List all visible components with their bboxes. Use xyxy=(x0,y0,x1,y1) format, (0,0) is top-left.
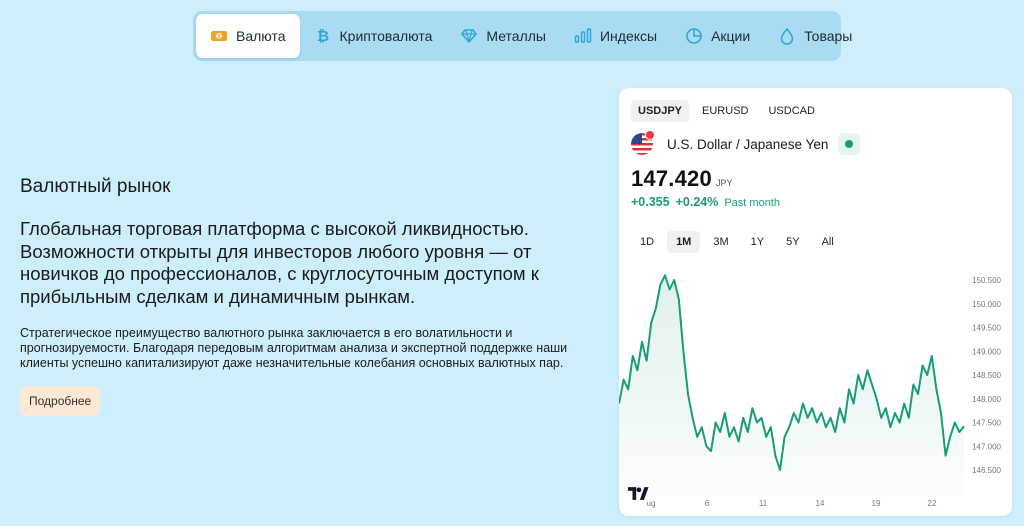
y-tick-label: 149.500 xyxy=(972,324,1001,333)
range-tab-3m[interactable]: 3M xyxy=(704,231,737,253)
change-row: +0.355 +0.24% Past month xyxy=(631,195,780,209)
symbol-name: U.S. Dollar / Japanese Yen xyxy=(667,136,829,152)
y-tick-label: 150.000 xyxy=(972,300,1001,309)
lead-paragraph: Глобальная торговая платформа с высокой … xyxy=(20,218,539,307)
bars-icon xyxy=(574,27,592,45)
pair-tabs: USDJPY EURUSD USDCAD xyxy=(631,100,822,122)
y-tick-label: 149.000 xyxy=(972,347,1001,356)
price-chart-widget: USDJPY EURUSD USDCAD U.S. Dollar / Japan… xyxy=(619,88,1012,516)
nav-tab-label: Индексы xyxy=(599,28,658,44)
nav-tab-stocks[interactable]: Акции xyxy=(671,14,764,58)
nav-tab-label: Валюта xyxy=(236,28,286,44)
range-tabs: 1D 1M 3M 1Y 5Y All xyxy=(631,231,843,253)
nav-tab-commodities[interactable]: Товары xyxy=(764,14,866,58)
nav-tab-label: Акции xyxy=(711,28,751,44)
pie-chart-icon xyxy=(685,27,703,45)
pair-tab-usdcad[interactable]: USDCAD xyxy=(761,100,821,122)
symbol-header: U.S. Dollar / Japanese Yen xyxy=(631,130,861,155)
pair-tab-eurusd[interactable]: EURUSD xyxy=(695,100,755,122)
price-currency: JPY xyxy=(715,178,733,188)
nav-tab-currency[interactable]: $ Валюта xyxy=(196,14,300,58)
nav-tab-label: Криптовалюта xyxy=(339,28,433,44)
nav-tab-indices[interactable]: Индексы xyxy=(560,14,671,58)
y-tick-label: 147.500 xyxy=(972,419,1001,428)
price-area-chart[interactable]: 150.500 150.000 149.500 149.000 148.500 148.0… xyxy=(619,258,1012,516)
learn-more-button[interactable]: Подробнее xyxy=(20,385,101,416)
pair-tab-usdjpy[interactable]: USDJPY xyxy=(631,100,690,122)
market-description: Валютный рынок Глобальная торговая платф… xyxy=(20,176,580,416)
svg-text:₿: ₿ xyxy=(316,27,328,45)
y-tick-label: 148.500 xyxy=(972,371,1001,380)
y-tick-label: 150.500 xyxy=(972,276,1001,285)
diamond-icon xyxy=(460,27,478,45)
x-tick-label: 6 xyxy=(705,499,710,508)
bitcoin-icon: ₿ xyxy=(314,27,332,45)
drop-icon xyxy=(778,27,796,45)
tradingview-logo[interactable] xyxy=(627,486,649,505)
nav-tab-metals[interactable]: Металлы xyxy=(446,14,560,58)
y-tick-label: 148.000 xyxy=(972,395,1001,404)
currency-icon: $ xyxy=(210,27,228,45)
range-tab-1d[interactable]: 1D xyxy=(631,231,663,253)
change-period: Past month xyxy=(724,197,780,209)
change-percent: +0.24% xyxy=(675,195,719,209)
range-tab-1m[interactable]: 1M xyxy=(667,231,701,253)
x-tick-label: 14 xyxy=(816,499,825,508)
range-tab-1y[interactable]: 1Y xyxy=(742,231,773,253)
y-tick-label: 147.000 xyxy=(972,442,1001,451)
last-price: 147.420 xyxy=(631,166,712,191)
body-paragraph: Стратегическое преимущество валютного ры… xyxy=(20,326,568,371)
x-tick-label: 19 xyxy=(872,499,881,508)
nav-tab-label: Товары xyxy=(804,28,853,44)
range-tab-5y[interactable]: 5Y xyxy=(777,231,808,253)
nav-tab-crypto[interactable]: ₿ Криптовалюта xyxy=(300,14,447,58)
market-category-nav: $ Валюта ₿ Криптовалюта Металлы Индексы … xyxy=(193,11,852,61)
market-open-indicator xyxy=(838,133,861,155)
range-tab-all[interactable]: All xyxy=(813,231,843,253)
change-absolute: +0.355 xyxy=(631,195,670,209)
price-row: 147.420 JPY xyxy=(631,166,732,192)
x-tick-label: 11 xyxy=(759,499,768,508)
jp-flag-dot-icon xyxy=(645,130,655,140)
y-tick-label: 146.500 xyxy=(972,466,1001,475)
nav-tab-label: Металлы xyxy=(486,28,546,44)
section-heading: Валютный рынок xyxy=(20,176,171,197)
x-tick-label: 22 xyxy=(928,499,937,508)
